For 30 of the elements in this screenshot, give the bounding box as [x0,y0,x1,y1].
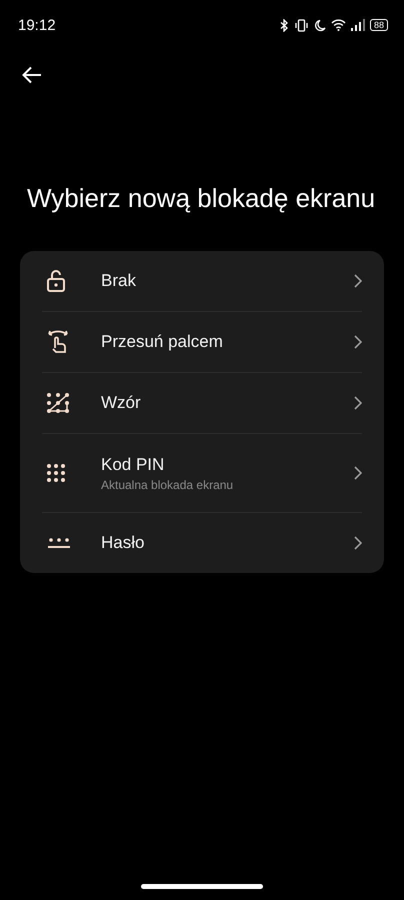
option-row[interactable]: Hasło [42,513,362,573]
keypad-dots-icon [47,464,65,482]
pattern-grid-icon [47,393,69,413]
back-arrow-icon [22,66,42,84]
option-row[interactable]: Przesuń palcem [42,312,362,372]
moon-icon [314,18,326,32]
page-title: Wybierz nową blokadę ekranu [27,182,376,215]
option-label: Przesuń palcem [101,332,224,352]
password-dots-icon [47,537,71,549]
option-label: Hasło [101,533,146,553]
bluetooth-icon [280,18,289,32]
vibrate-icon [294,18,309,32]
wifi-icon [330,19,346,31]
chevron-right-icon [354,536,362,550]
option-row[interactable]: Wzór [42,373,362,433]
option-label: Wzór [101,393,142,413]
swipe-finger-icon [47,330,69,354]
battery-level: 88 [370,19,388,31]
status-time: 19:12 [18,16,56,34]
option-label: Kod PIN [101,454,166,474]
chevron-right-icon [354,466,362,480]
chevron-right-icon [354,396,362,410]
option-subtitle: Aktualna blokada ekranu [101,478,234,492]
chevron-right-icon [354,274,362,288]
option-row[interactable]: Kod PIN Aktualna blokada ekranu [42,434,362,512]
unlocked-padlock-icon [47,270,65,292]
option-row[interactable]: Brak [42,251,362,311]
signal-icon [350,19,365,31]
option-label: Brak [101,271,137,291]
chevron-right-icon [354,335,362,349]
